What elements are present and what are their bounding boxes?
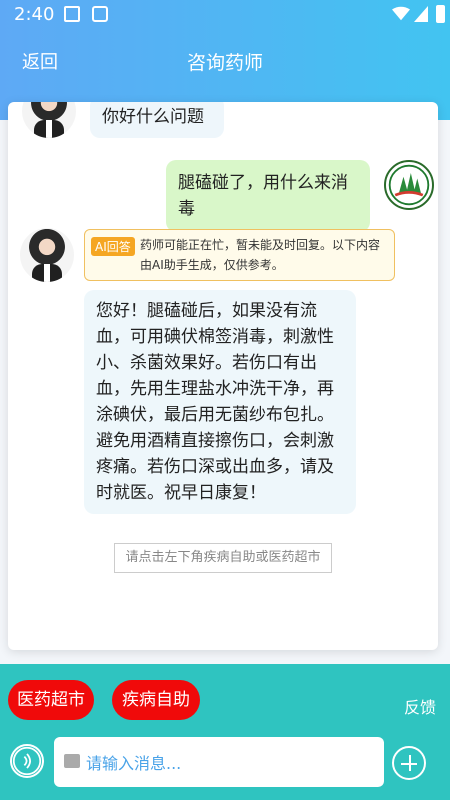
- plus-icon[interactable]: [392, 746, 426, 780]
- message-text: 你好什么问题: [102, 107, 204, 127]
- feedback-button[interactable]: 反馈: [404, 694, 436, 718]
- disease-self-help-button[interactable]: 疾病自助: [112, 680, 200, 720]
- chat-icon: [64, 754, 80, 768]
- message-input[interactable]: 请输入消息...: [54, 737, 384, 787]
- ai-notice-text: 药师可能正在忙，暂未能及时回复。以下内容由AI助手生成，仅供参考。: [140, 238, 381, 272]
- battery-icon: [436, 5, 445, 23]
- user-avatar-logo: [384, 160, 434, 210]
- pharmacy-market-button[interactable]: 医药超市: [8, 680, 94, 720]
- page-title: 咨询药师: [186, 52, 263, 74]
- voice-icon[interactable]: [10, 744, 44, 778]
- status-bar: 2:40: [0, 0, 450, 30]
- pharmacist-avatar: [22, 102, 76, 138]
- signal-icon: [414, 6, 428, 22]
- user-message: 腿磕碰了，用什么来消毒: [166, 160, 370, 232]
- message-text: 腿磕碰了，用什么来消毒: [178, 173, 348, 219]
- ai-tag: AI回答: [91, 237, 135, 256]
- message-icon: [92, 6, 108, 22]
- wifi-icon: [392, 6, 410, 21]
- pharmacist-avatar: [20, 228, 74, 282]
- pharmacist-message: 你好什么问题: [90, 102, 224, 138]
- chat-panel: 你好什么问题 腿磕碰了，用什么来消毒 AI回答 药师可能正在忙，暂未能及时回复。…: [8, 102, 438, 650]
- status-time: 2:40: [14, 4, 55, 25]
- ai-notice: AI回答 药师可能正在忙，暂未能及时回复。以下内容由AI助手生成，仅供参考。: [84, 229, 395, 281]
- ai-reply-message: 您好！腿磕碰后，如果没有流血，可用碘伏棉签消毒，刺激性小、杀菌效果好。若伤口有出…: [84, 290, 356, 514]
- hint-box[interactable]: 请点击左下角疾病自助或医药超市: [114, 543, 332, 573]
- input-placeholder: 请输入消息...: [86, 754, 182, 773]
- message-text: 您好！腿磕碰后，如果没有流血，可用碘伏棉签消毒，刺激性小、杀菌效果好。若伤口有出…: [96, 301, 334, 503]
- nav-bar: 返回 咨询药师: [0, 40, 450, 80]
- image-icon: [64, 6, 80, 22]
